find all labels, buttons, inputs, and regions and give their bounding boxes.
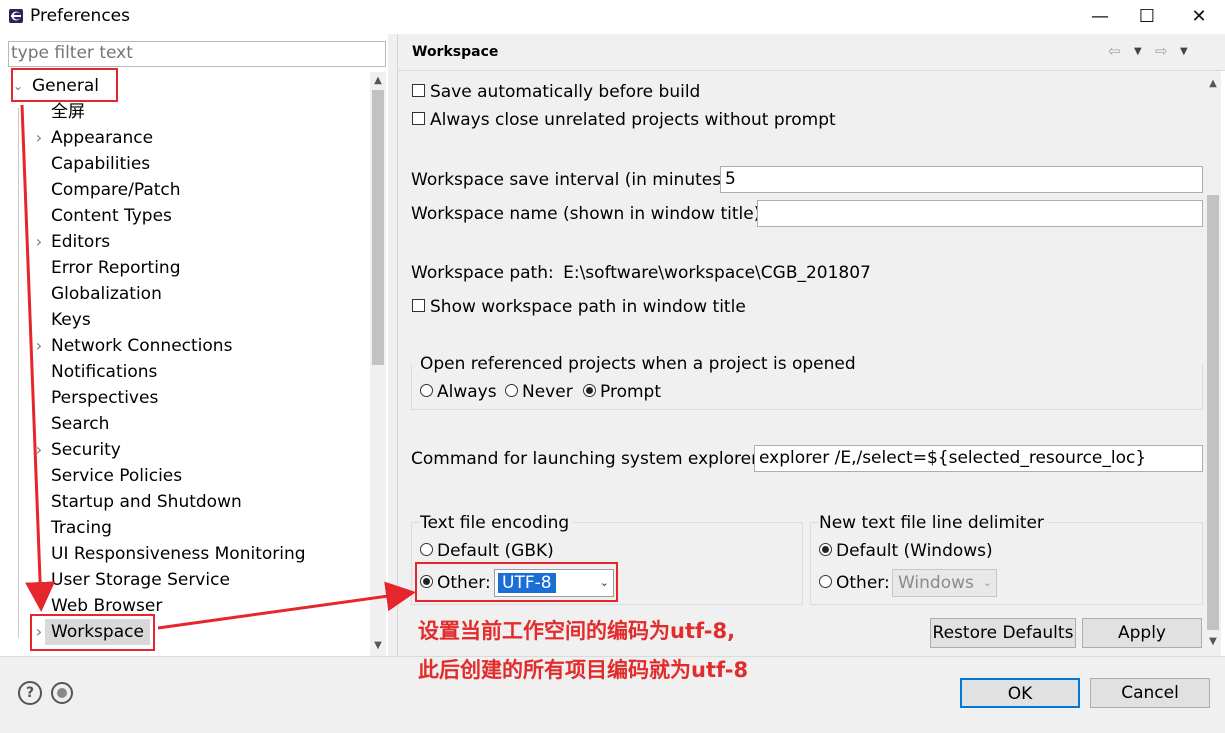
annotation-line-2: 此后创建的所有项目编码就为utf-8 [418,658,749,682]
annotation-line-1: 设置当前工作空间的编码为utf-8, [418,619,736,643]
arrow-general-to-workspace [20,104,56,612]
arrow-workspace-to-encoding [157,581,416,630]
